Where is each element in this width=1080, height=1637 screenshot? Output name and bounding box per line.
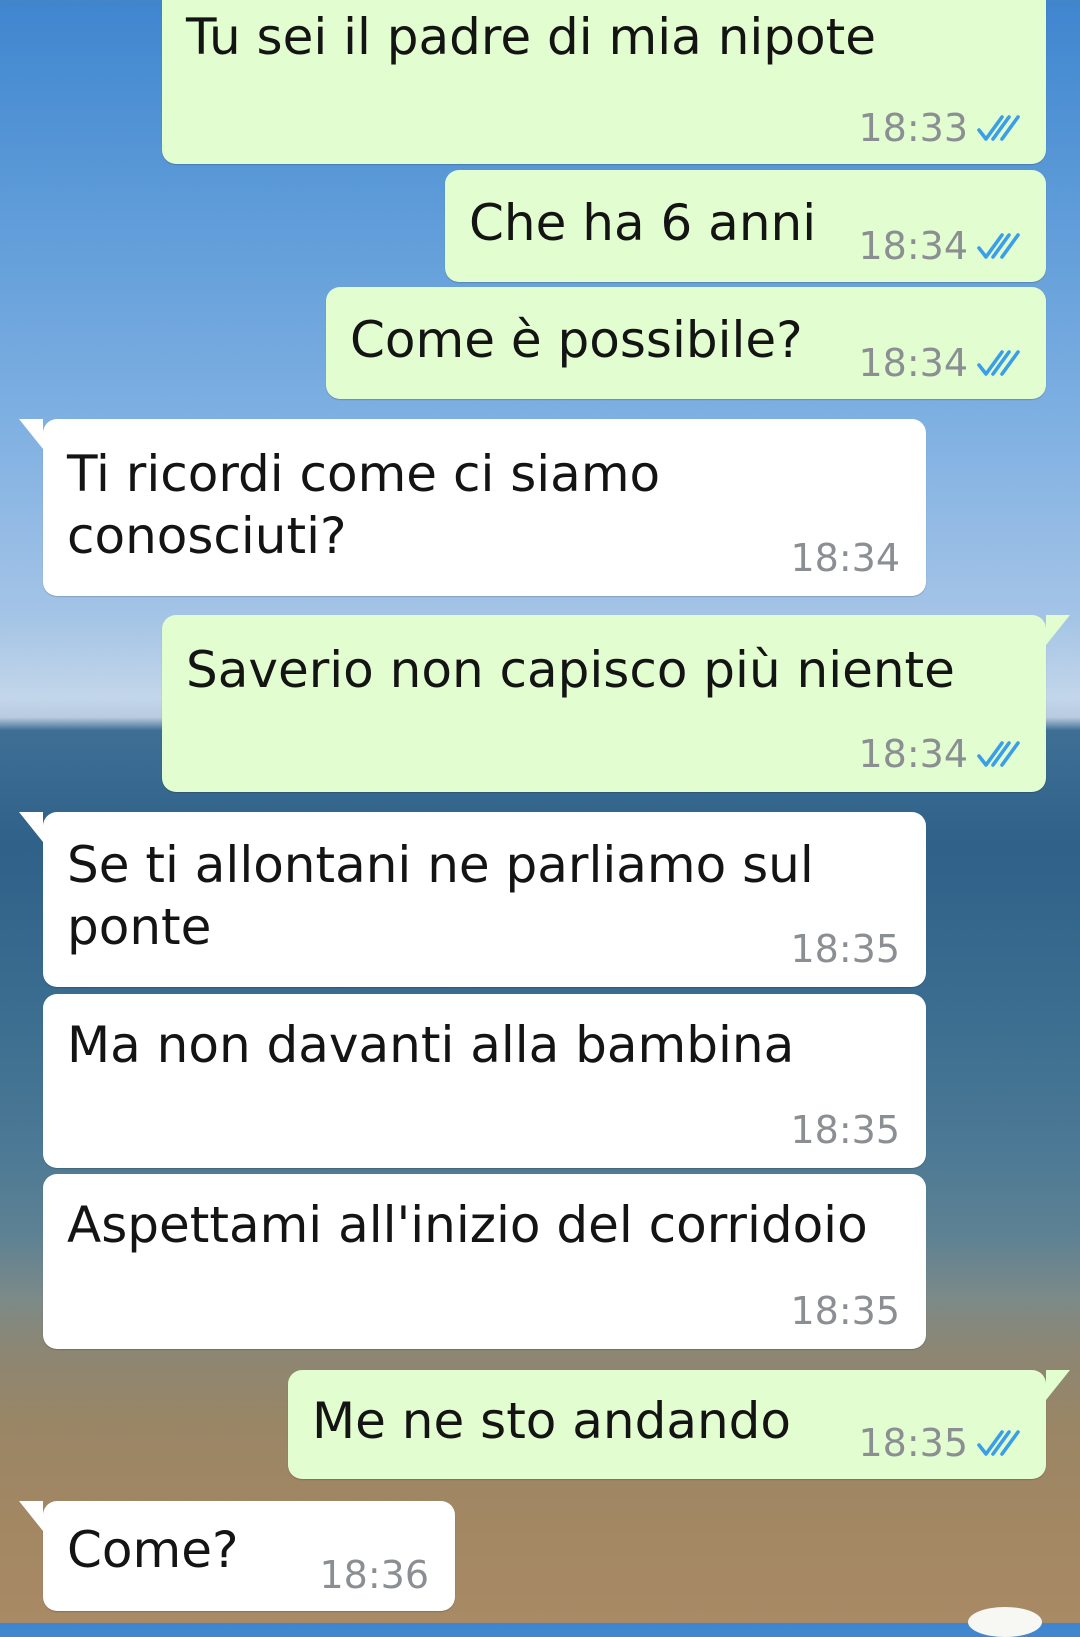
message-bubble-outgoing[interactable]: Saverio non capisco più niente 18:34 bbox=[162, 615, 1070, 792]
message-meta: 18:34 bbox=[790, 538, 900, 578]
message-text: Aspettami all'inizio del corridoio bbox=[67, 1196, 868, 1254]
message-bubble-outgoing[interactable]: Come è possibile? 18:34 bbox=[326, 287, 1046, 399]
message-text: Ti ricordi come ci siamo conosciuti? bbox=[67, 445, 661, 565]
message-bubble-outgoing[interactable]: Tu sei il padre di mia nipote 18:33 bbox=[162, 0, 1046, 164]
message-meta: 18:34 bbox=[858, 734, 1022, 774]
message-time: 18:33 bbox=[858, 106, 968, 150]
chat-area[interactable]: Tu sei il padre di mia nipote 18:33 Che … bbox=[0, 0, 1080, 1637]
double-check-read-icon bbox=[976, 231, 1022, 261]
message-meta: 18:35 bbox=[858, 1423, 1022, 1463]
message-bubble-incoming[interactable]: Se ti allontani ne parliamo sul ponte 18… bbox=[19, 812, 926, 987]
double-check-read-icon bbox=[976, 348, 1022, 378]
message-time: 18:34 bbox=[858, 341, 968, 385]
message-meta: 18:33 bbox=[858, 108, 1022, 148]
message-text: Se ti allontani ne parliamo sul ponte bbox=[67, 836, 814, 956]
message-text: Tu sei il padre di mia nipote bbox=[186, 8, 876, 66]
message-meta: 18:34 bbox=[858, 343, 1022, 383]
message-meta: 18:35 bbox=[790, 929, 900, 969]
message-meta: 18:35 bbox=[790, 1110, 900, 1150]
message-time: 18:34 bbox=[858, 732, 968, 776]
message-time: 18:34 bbox=[858, 224, 968, 268]
message-time: 18:35 bbox=[790, 927, 900, 971]
message-bubble-incoming[interactable]: Aspettami all'inizio del corridoio 18:35 bbox=[43, 1174, 926, 1349]
message-bubble-incoming[interactable]: Come? 18:36 bbox=[19, 1501, 455, 1611]
message-bubble-incoming[interactable]: Ti ricordi come ci siamo conosciuti? 18:… bbox=[19, 419, 926, 596]
double-check-read-icon bbox=[976, 1428, 1022, 1458]
message-meta: 18:36 bbox=[319, 1555, 429, 1595]
message-text: Ma non davanti alla bambina bbox=[67, 1016, 795, 1074]
message-text: Come è possibile? bbox=[350, 311, 803, 369]
message-time: 18:35 bbox=[790, 1108, 900, 1152]
scroll-to-bottom-button[interactable] bbox=[968, 1607, 1042, 1637]
message-meta: 18:34 bbox=[858, 226, 1022, 266]
message-text: Come? bbox=[67, 1521, 239, 1579]
message-meta: 18:35 bbox=[790, 1291, 900, 1331]
message-time: 18:35 bbox=[790, 1289, 900, 1333]
message-bubble-outgoing[interactable]: Che ha 6 anni 18:34 bbox=[445, 170, 1046, 282]
message-text: Che ha 6 anni bbox=[469, 194, 817, 252]
message-text: Saverio non capisco più niente bbox=[186, 641, 955, 699]
message-time: 18:35 bbox=[858, 1421, 968, 1465]
message-text: Me ne sto andando bbox=[312, 1392, 792, 1450]
message-bubble-outgoing[interactable]: Me ne sto andando 18:35 bbox=[288, 1370, 1070, 1479]
message-time: 18:36 bbox=[319, 1553, 429, 1597]
double-check-read-icon bbox=[976, 739, 1022, 769]
double-check-read-icon bbox=[976, 113, 1022, 143]
message-bubble-incoming[interactable]: Ma non davanti alla bambina 18:35 bbox=[43, 994, 926, 1168]
message-time: 18:34 bbox=[790, 536, 900, 580]
